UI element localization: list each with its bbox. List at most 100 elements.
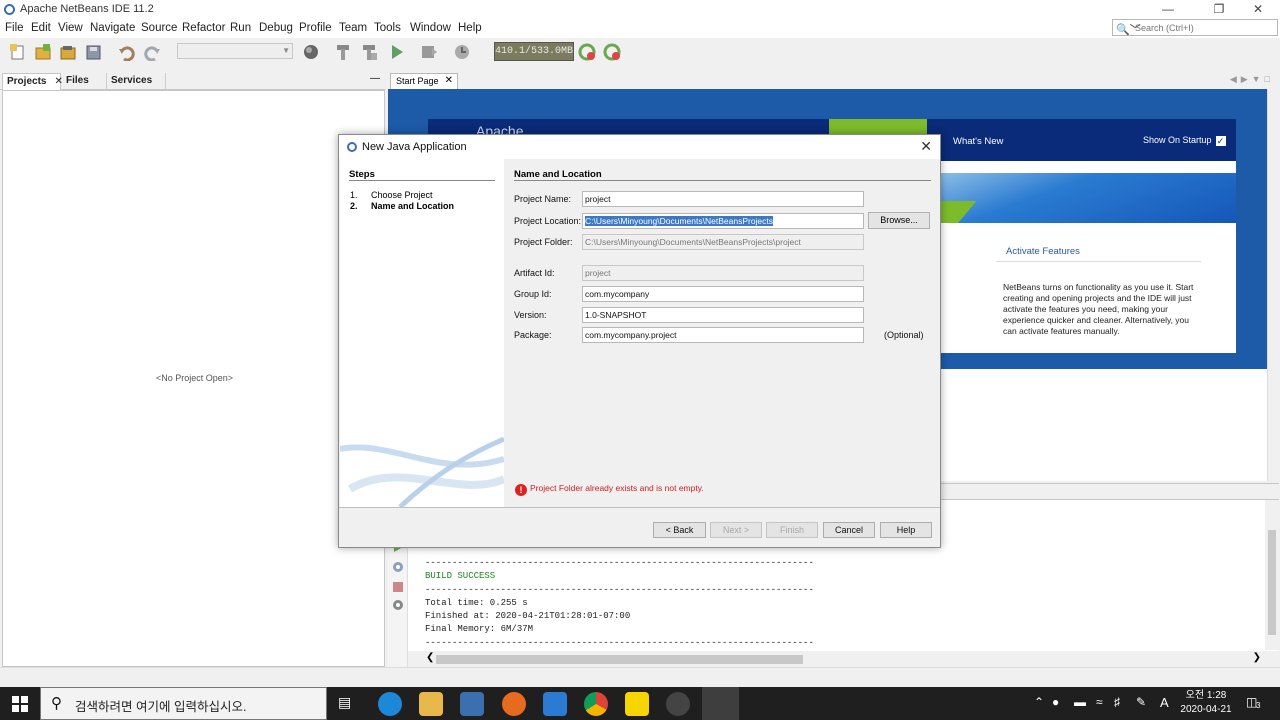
show-on-startup-checkbox[interactable]: Show On Startup ✓	[1143, 135, 1226, 146]
project-name-input[interactable]: project	[582, 191, 864, 207]
activate-features-title[interactable]: Activate Features	[1006, 246, 1080, 257]
mail-icon[interactable]	[543, 692, 567, 716]
output-vertical-scrollbar[interactable]	[1265, 500, 1279, 650]
task-view-icon[interactable]: ▤	[338, 694, 351, 711]
debug-icon[interactable]	[420, 43, 438, 61]
browse-button[interactable]: Browse...	[868, 212, 930, 229]
whats-new-link[interactable]: What's New	[953, 136, 1003, 147]
tab-services[interactable]: Services	[106, 73, 166, 90]
projects-panel: <No Project Open>	[2, 90, 385, 667]
menu-window[interactable]: Window	[410, 22, 451, 34]
open-project-icon[interactable]	[59, 43, 77, 61]
configuration-combo[interactable]: ▼	[177, 43, 293, 59]
close-icon[interactable]: ✕	[920, 138, 932, 155]
scrollbar-thumb[interactable]	[436, 655, 803, 664]
rerun-goals-icon[interactable]	[391, 560, 405, 574]
obs-icon[interactable]	[666, 692, 690, 716]
globe-icon[interactable]	[302, 43, 320, 61]
help-button[interactable]: Help	[880, 522, 932, 538]
menu-edit[interactable]: Edit	[31, 22, 51, 34]
battery-icon[interactable]: ▬	[1074, 695, 1086, 709]
profile-icon[interactable]	[453, 43, 471, 61]
edge-browser-icon[interactable]	[378, 692, 402, 716]
console-line: Total time: 0.255 s	[425, 597, 528, 608]
new-java-application-dialog: New Java Application ✕ Steps 1. Choose Pr…	[338, 134, 941, 548]
undo-icon[interactable]	[118, 43, 136, 61]
start-page-scrollbar[interactable]	[1267, 89, 1279, 481]
gc-icon[interactable]	[578, 43, 596, 61]
project-name-label: Project Name:	[514, 194, 572, 204]
stop-icon[interactable]	[391, 580, 405, 594]
profiler-snapshot-icon[interactable]	[603, 43, 621, 61]
maximize-button[interactable]: ❐	[1204, 2, 1234, 18]
kakaotalk-icon[interactable]	[625, 692, 649, 716]
input-method-icon[interactable]: A	[1160, 695, 1169, 710]
checkmark-icon: ✓	[1215, 136, 1226, 146]
tab-files[interactable]: Files	[62, 73, 106, 90]
show-hidden-icons-icon[interactable]: ⌃	[1034, 695, 1044, 709]
network-icon[interactable]: ≈	[1096, 695, 1103, 709]
output-horizontal-scrollbar[interactable]: ❮ ❯	[408, 651, 1279, 667]
group-id-input[interactable]: com.mycompany	[582, 286, 864, 302]
minimize-panel-icon[interactable]: —	[370, 73, 380, 84]
menu-file[interactable]: File	[5, 22, 24, 34]
firefox-icon[interactable]	[502, 692, 526, 716]
next-button[interactable]: Next >	[710, 522, 762, 538]
memory-meter[interactable]: 410.1/533.0MB	[494, 42, 574, 61]
chevron-down-icon: ▼	[282, 46, 290, 55]
build-hammer-icon[interactable]	[334, 43, 352, 61]
menu-source[interactable]: Source	[141, 22, 177, 34]
menu-run[interactable]: Run	[230, 22, 251, 34]
search-input[interactable]	[1135, 21, 1275, 34]
version-input[interactable]: 1.0-SNAPSHOT	[582, 307, 864, 323]
artifact-id-label: Artifact Id:	[514, 268, 555, 278]
scroll-left-icon[interactable]: ❮	[426, 652, 434, 663]
volume-icon[interactable]: ♯	[1114, 695, 1120, 709]
new-file-icon[interactable]	[9, 43, 27, 61]
redo-icon[interactable]	[143, 43, 161, 61]
scroll-right-icon[interactable]: ❯	[1253, 652, 1261, 663]
close-icon[interactable]: ✕	[445, 74, 453, 88]
save-all-icon[interactable]	[85, 43, 103, 61]
scrollbar-thumb[interactable]	[1268, 530, 1276, 635]
tab-start-page[interactable]: Start Page ✕	[390, 73, 458, 89]
package-optional-hint: (Optional)	[884, 330, 924, 340]
file-explorer-icon[interactable]	[419, 692, 443, 716]
console-line: ----------------------------------------…	[425, 558, 814, 568]
package-input[interactable]: com.mycompany.project	[582, 327, 864, 343]
netbeans-taskbar-icon[interactable]	[702, 687, 739, 720]
taskbar-search[interactable]: ⚲ 검색하려면 여기에 입력하십시오.	[40, 687, 327, 720]
menu-debug[interactable]: Debug	[259, 22, 293, 34]
tab-projects[interactable]: Projects ✕	[2, 73, 63, 90]
no-project-label: <No Project Open>	[155, 373, 234, 383]
project-location-input[interactable]: C:\Users\Minyoung\Documents\NetBeansProj…	[582, 213, 864, 229]
windows-start-icon[interactable]	[12, 696, 28, 712]
menu-navigate[interactable]: Navigate	[90, 22, 135, 34]
pen-icon[interactable]: ✎	[1136, 695, 1146, 709]
chrome-icon[interactable]	[584, 692, 608, 716]
back-button[interactable]: < Back	[653, 522, 706, 538]
menu-refactor[interactable]: Refactor	[182, 22, 225, 34]
menu-view[interactable]: View	[58, 22, 83, 34]
menu-tools[interactable]: Tools	[374, 22, 401, 34]
group-id-label: Group Id:	[514, 289, 552, 299]
new-project-icon[interactable]	[34, 43, 52, 61]
menu-help[interactable]: Help	[458, 22, 482, 34]
tray-app-icon[interactable]: ●	[1052, 695, 1059, 709]
minimize-button[interactable]: —	[1153, 2, 1183, 18]
microsoft-store-icon[interactable]	[460, 692, 484, 716]
menu-team[interactable]: Team	[339, 22, 367, 34]
clean-build-icon[interactable]	[360, 43, 378, 61]
tab-navigation-icons[interactable]: ◀▶▼□	[1230, 74, 1274, 85]
cancel-button[interactable]: Cancel	[823, 522, 875, 538]
settings-icon[interactable]	[391, 598, 405, 612]
finish-button[interactable]: Finish	[766, 522, 818, 538]
menu-profile[interactable]: Profile	[299, 22, 332, 34]
taskbar-clock[interactable]: 오전 1:28 2020-04-21	[1178, 689, 1234, 717]
close-window-button[interactable]: ✕	[1243, 2, 1273, 18]
form-title: Name and Location	[514, 169, 602, 180]
quick-search[interactable]: 🔍﹀	[1112, 19, 1278, 36]
run-icon[interactable]	[388, 43, 406, 61]
steps-title: Steps	[349, 169, 375, 180]
version-label: Version:	[514, 310, 547, 320]
